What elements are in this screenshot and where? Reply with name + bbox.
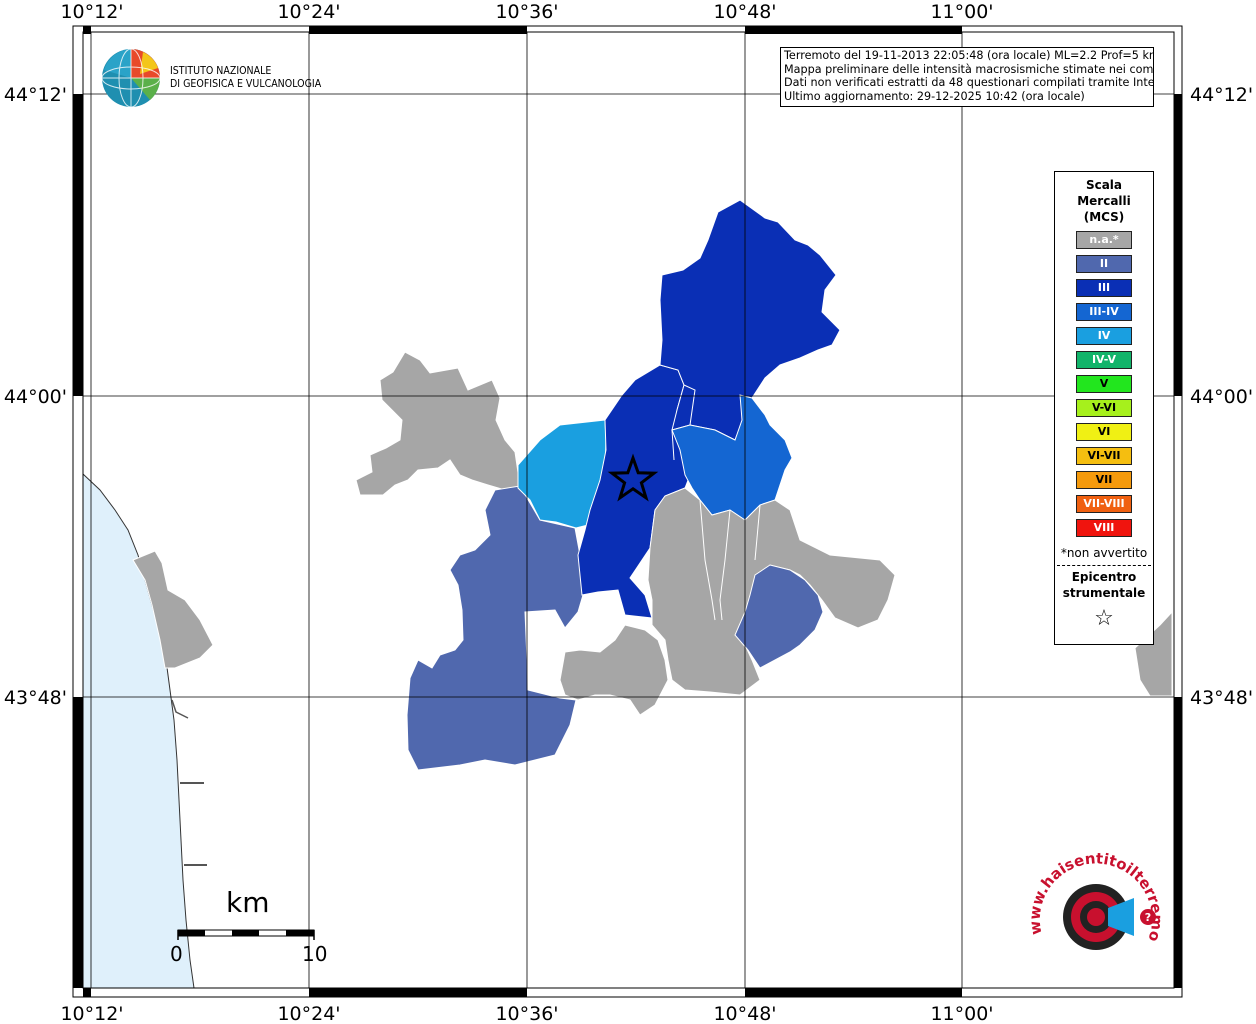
legend-swatch: II xyxy=(1076,255,1132,273)
legend-swatches: n.a.* II III III-IV IV IV-V V V-VI VI VI-VII VII VI… xyxy=(1055,231,1153,537)
lon-label-bottom: 11°00' xyxy=(930,1003,993,1024)
lon-label-top: 10°36' xyxy=(495,1,558,23)
legend-swatch: VI xyxy=(1076,423,1132,441)
event-info-line: Mappa preliminare delle intensità macros… xyxy=(784,62,1154,76)
scale-end: 10 xyxy=(302,942,328,966)
legend-swatch: V xyxy=(1076,375,1132,393)
lon-label-bottom: 10°48' xyxy=(713,1003,776,1024)
legend-swatch: n.a.* xyxy=(1076,231,1132,249)
legend-swatch: VI-VII xyxy=(1076,447,1132,465)
lat-label-left: 43°48' xyxy=(4,687,67,709)
institute-line2: DI GEOFISICA E VULCANOLOGIA xyxy=(170,77,322,90)
lon-label-bottom: 10°12' xyxy=(60,1003,123,1024)
lat-label-right: 43°48' xyxy=(1190,687,1253,709)
intensity-legend: Scala Mercalli (MCS) n.a.* II III III-IV IV I… xyxy=(1054,171,1154,645)
municipality-ii-southwest[interactable] xyxy=(406,485,584,771)
event-info-line: Dati non verificati estratti da 48 quest… xyxy=(784,76,1154,89)
lat-label-left: 44°00' xyxy=(4,386,67,408)
scale-unit: km xyxy=(226,886,270,919)
lon-label-top: 11°00' xyxy=(930,1,993,23)
lon-label-top: 10°24' xyxy=(277,1,340,23)
ingv-logo-icon xyxy=(101,48,161,108)
legend-swatch: V-VI xyxy=(1076,399,1132,417)
legend-swatch: III-IV xyxy=(1076,303,1132,321)
legend-swatch: VII-VIII xyxy=(1076,495,1132,513)
legend-epicenter-label: Epicentro strumentale xyxy=(1062,570,1146,600)
lon-label-bottom: 10°24' xyxy=(277,1003,340,1024)
event-info-line: Ultimo aggiornamento: 29-12-2025 10:42 (… xyxy=(784,89,1085,103)
legend-swatch: VIII xyxy=(1076,519,1132,537)
scale-bar xyxy=(177,929,315,940)
legend-swatch: VII xyxy=(1076,471,1132,489)
lon-label-bottom: 10°36' xyxy=(495,1003,558,1024)
legend-divider xyxy=(1057,565,1151,566)
municipality-na-south[interactable] xyxy=(559,624,669,716)
legend-swatch: III xyxy=(1076,279,1132,297)
lat-label-right: 44°12' xyxy=(1190,84,1253,106)
event-info-line: Terremoto del 19-11-2013 22:05:48 (ora l… xyxy=(784,49,1154,62)
lat-label-right: 44°00' xyxy=(1190,386,1253,408)
institute-line1: ISTITUTO NAZIONALE xyxy=(170,64,272,77)
legend-title: Scala Mercalli (MCS) xyxy=(1077,178,1131,224)
event-info-box: Terremoto del 19-11-2013 22:05:48 (ora l… xyxy=(780,47,1154,107)
river-mouth xyxy=(171,699,189,719)
legend-swatch: IV xyxy=(1076,327,1132,345)
scale-start: 0 xyxy=(170,942,183,966)
legend-swatch: IV-V xyxy=(1076,351,1132,369)
institute-name: ISTITUTO NAZIONALE DI GEOFISICA E VULCAN… xyxy=(170,64,321,90)
lon-label-top: 10°48' xyxy=(713,1,776,23)
legend-note: *non avvertito xyxy=(1060,546,1148,560)
legend-star-icon: ☆ xyxy=(1094,606,1114,631)
lat-label-left: 44°12' xyxy=(4,84,67,106)
sea-area xyxy=(82,472,195,989)
lon-label-top: 10°12' xyxy=(60,1,123,23)
municipality-na-west[interactable] xyxy=(355,351,521,496)
